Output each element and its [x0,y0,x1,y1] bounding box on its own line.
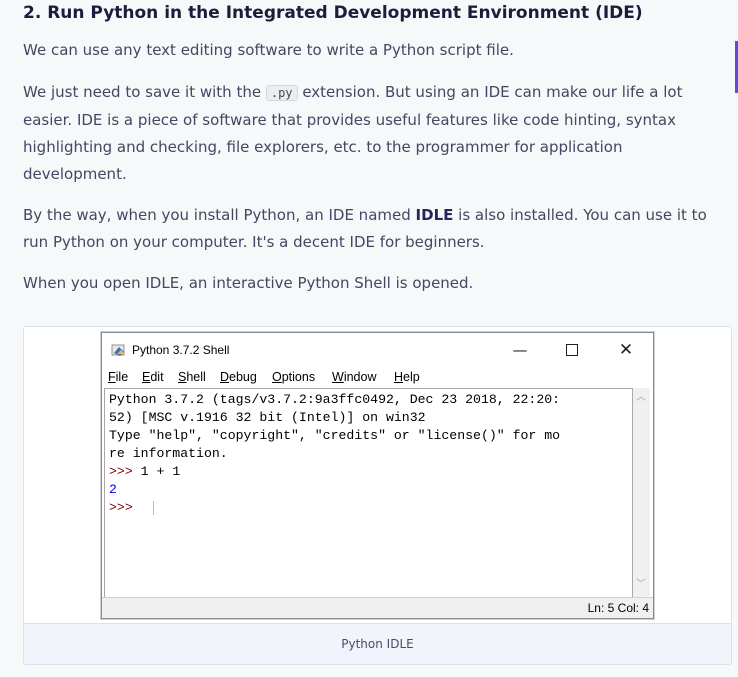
shell-banner-line-1: Python 3.7.2 (tags/v3.7.2:9a3ffc0492, De… [109,392,561,407]
close-button[interactable]: ✕ [606,337,646,363]
window-title: Python 3.7.2 Shell [132,343,230,357]
text-cursor [152,500,154,515]
maximize-button[interactable] [552,337,592,363]
paragraph-1: We can use any text editing software to … [23,41,514,59]
status-bar: Ln: 5 Col: 4 [102,597,653,618]
python-idle-icon [111,344,125,356]
window-titlebar: Python 3.7.2 Shell — ✕ [102,333,653,367]
menu-debug[interactable]: Debug [220,370,257,384]
paragraph-2: We just need to save it with the .py ext… [23,79,728,188]
menu-file[interactable]: File [108,370,128,384]
paragraph-2-start: We just need to save it with the [23,83,262,101]
shell-banner-line-4: re information. [109,446,228,461]
menu-options[interactable]: Options [272,370,315,384]
shell-banner-line-3: Type "help", "copyright", "credits" or "… [109,428,561,443]
menu-shell[interactable]: Shell [178,370,206,384]
shell-output: Python 3.7.2 (tags/v3.7.2:9a3ffc0492, De… [109,391,560,517]
shell-prompt-2: >>> [109,500,133,515]
idle-bold: IDLE [415,206,454,224]
shell-input: 1 + 1 [132,464,181,479]
cursor-position: Ln: 5 Col: 4 [587,601,649,615]
maximize-icon [566,344,578,356]
paragraph-4: When you open IDLE, an interactive Pytho… [23,274,474,292]
shell-prompt: >>> [109,464,133,479]
menu-edit[interactable]: Edit [142,370,164,384]
idle-window: Python 3.7.2 Shell — ✕ File Edit Shell D… [101,332,654,619]
menu-window[interactable]: Window [332,370,376,384]
shell-banner-line-2: 52) [MSC v.1916 32 bit (Intel)] on win32 [109,410,426,425]
menu-bar: File Edit Shell Debug Options Window Hel… [102,368,653,388]
scroll-up-icon[interactable]: ︿ [636,393,646,403]
figure-caption: Python IDLE [24,623,731,664]
paragraph-3-start: By the way, when you install Python, an … [23,206,411,224]
paragraph-3: By the way, when you install Python, an … [23,202,728,256]
shell-result: 2 [109,482,117,497]
inline-code-py: .py [265,85,298,101]
scroll-down-icon[interactable]: ﹀ [636,580,646,590]
menu-help[interactable]: Help [394,370,420,384]
section-heading: 2. Run Python in the Integrated Developm… [23,3,643,23]
minimize-button[interactable]: — [500,337,540,363]
shell-text-area[interactable]: Python 3.7.2 (tags/v3.7.2:9a3ffc0492, De… [104,388,633,598]
vertical-scrollbar[interactable]: ︿ ﹀ [633,388,650,598]
